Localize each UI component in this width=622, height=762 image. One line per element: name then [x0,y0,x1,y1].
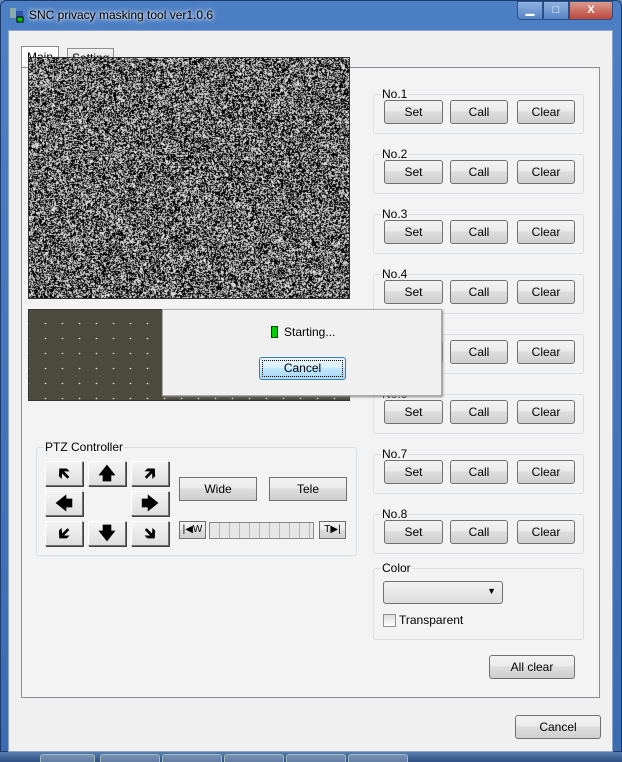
zoom-slider[interactable] [209,522,314,539]
zoom-tele-button[interactable]: Tele [269,477,347,501]
preset-call-button[interactable]: Call [450,340,508,364]
preset-set-button[interactable]: Set [384,160,443,184]
pan-right-button[interactable]: 🡆 [131,491,169,516]
preset-call-button[interactable]: Call [450,100,508,124]
pan-left-button[interactable]: 🡄 [45,491,83,516]
preset-call-button[interactable]: Call [450,220,508,244]
zoom-wide-button[interactable]: Wide [179,477,257,501]
pan-down-left-button[interactable]: 🡷 [45,521,83,546]
preset-clear-button[interactable]: Clear [517,220,575,244]
ptz-group: PTZ Controller [36,447,357,556]
taskbar-item[interactable] [162,754,222,762]
preset-set-button[interactable]: Set [384,520,443,544]
preset-set-button[interactable]: Set [384,400,443,424]
preset-label: No.8 [381,507,408,521]
color-label: Color [381,561,412,575]
tilt-down-button[interactable]: 🡇 [88,521,126,546]
status-text: Starting... [284,325,335,339]
status-led-icon [271,326,278,338]
app-icon [9,7,25,23]
taskbar-item[interactable] [40,754,95,762]
taskbar-item[interactable] [224,754,284,762]
preset-label: No.4 [381,267,408,281]
tilt-up-button[interactable]: 🡅 [88,461,126,486]
progress-dialog: Starting... Cancel [162,309,442,396]
preset-call-button[interactable]: Call [450,460,508,484]
preset-clear-button[interactable]: Clear [517,280,575,304]
zoom-tele-end-button[interactable]: T▶| [319,521,346,539]
chevron-down-icon: ▼ [487,586,496,596]
preset-set-button[interactable]: Set [384,280,443,304]
preset-call-button[interactable]: Call [450,160,508,184]
camera-preview[interactable] [28,57,350,299]
zoom-wide-end-button[interactable]: |◀W [179,521,206,539]
preset-clear-button[interactable]: Clear [517,100,575,124]
taskbar-item[interactable] [348,754,408,762]
color-select[interactable]: ▼ [383,581,503,604]
preset-clear-button[interactable]: Clear [517,340,575,364]
preset-clear-button[interactable]: Clear [517,160,575,184]
checkbox-box[interactable] [383,614,396,627]
preset-label: No.2 [381,147,408,161]
taskbar-item[interactable] [286,754,346,762]
maximize-button[interactable]: □ [543,1,569,20]
title-bar[interactable]: SNC privacy masking tool ver1.0.6 ▁ □ X [1,1,621,29]
close-button[interactable]: X [569,1,613,20]
preset-set-button[interactable]: Set [384,100,443,124]
minimize-button[interactable]: ▁ [517,1,543,20]
cancel-button[interactable]: Cancel [515,715,601,739]
pan-down-right-button[interactable]: 🡶 [131,521,169,546]
pan-up-left-button[interactable]: 🡴 [45,461,83,486]
preset-call-button[interactable]: Call [450,400,508,424]
preset-clear-button[interactable]: Clear [517,460,575,484]
transparent-checkbox[interactable]: Transparent [383,613,463,627]
preset-label: No.1 [381,87,408,101]
all-clear-button[interactable]: All clear [489,655,575,679]
preset-clear-button[interactable]: Clear [517,520,575,544]
preset-clear-button[interactable]: Clear [517,400,575,424]
preset-call-button[interactable]: Call [450,520,508,544]
dialog-cancel-button[interactable]: Cancel [259,357,346,380]
taskbar-item[interactable] [100,754,160,762]
preset-label: No.7 [381,447,408,461]
preset-set-button[interactable]: Set [384,220,443,244]
preset-set-button[interactable]: Set [384,460,443,484]
window-title: SNC privacy masking tool ver1.0.6 [29,8,213,22]
taskbar [0,752,622,762]
preset-call-button[interactable]: Call [450,280,508,304]
ptz-label: PTZ Controller [44,440,124,454]
pan-up-right-button[interactable]: 🡵 [131,461,169,486]
preset-label: No.3 [381,207,408,221]
transparent-label: Transparent [399,613,463,627]
color-group: Color [373,568,584,640]
